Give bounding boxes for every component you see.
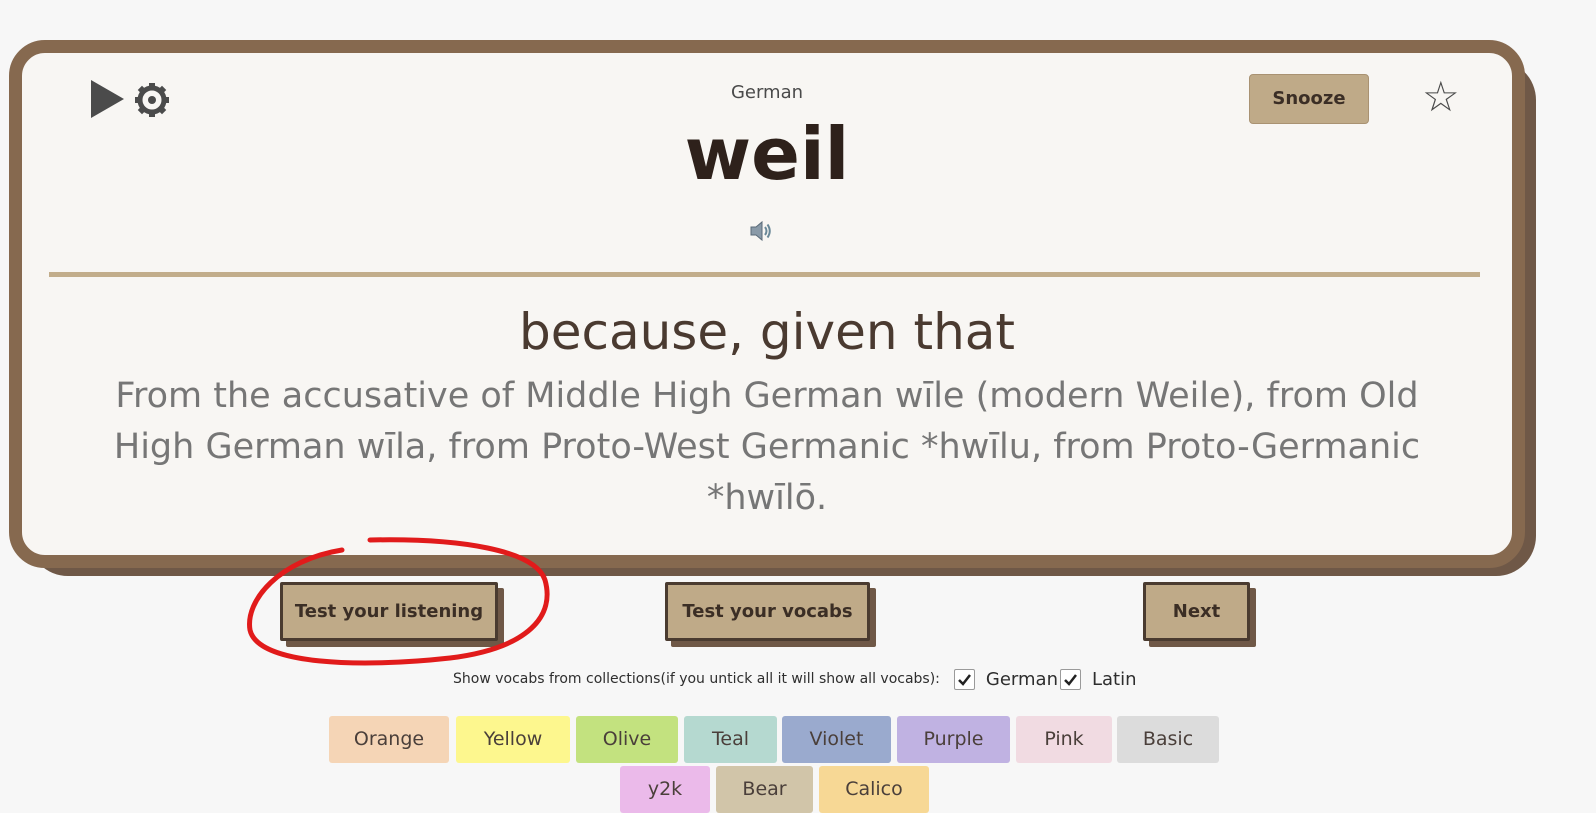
test-listening-button[interactable]: Test your listening — [280, 582, 498, 641]
checkbox-german-label: German — [985, 668, 1058, 690]
word-etymology: From the accusative of Middle High Germa… — [113, 376, 1421, 518]
speaker-icon[interactable] — [749, 220, 773, 242]
checkbox-latin[interactable] — [1060, 668, 1081, 690]
color-filter-bear[interactable]: Bear — [716, 766, 813, 813]
color-filter-y2k[interactable]: y2k — [620, 766, 710, 813]
test-vocabs-button[interactable]: Test your vocabs — [665, 582, 870, 641]
collections-filter: Show vocabs from collections(if you unti… — [453, 664, 1137, 694]
flashcard: German weil Snooze ☆ because, given that… — [9, 40, 1525, 568]
checkbox-german[interactable] — [953, 668, 975, 690]
word-meaning: because, given that — [518, 303, 1016, 361]
star-icon[interactable]: ☆ — [1422, 73, 1460, 121]
vocab-word: weil — [684, 112, 850, 196]
color-filter-pink[interactable]: Pink — [1016, 716, 1112, 763]
color-filter-orange[interactable]: Orange — [329, 716, 449, 763]
color-filter-olive[interactable]: Olive — [576, 716, 678, 763]
color-filter-violet[interactable]: Violet — [782, 716, 891, 763]
color-filter-calico[interactable]: Calico — [819, 766, 929, 813]
next-button[interactable]: Next — [1143, 582, 1250, 641]
color-filter-purple[interactable]: Purple — [897, 716, 1010, 763]
collections-label: Show vocabs from collections(if you unti… — [453, 671, 940, 687]
snooze-button[interactable]: Snooze — [1249, 74, 1369, 124]
color-filter-teal[interactable]: Teal — [684, 716, 777, 763]
checkbox-latin-label: Latin — [1092, 668, 1137, 690]
color-filter-basic[interactable]: Basic — [1117, 716, 1219, 763]
card-divider — [49, 272, 1480, 277]
color-filter-yellow[interactable]: Yellow — [456, 716, 570, 763]
